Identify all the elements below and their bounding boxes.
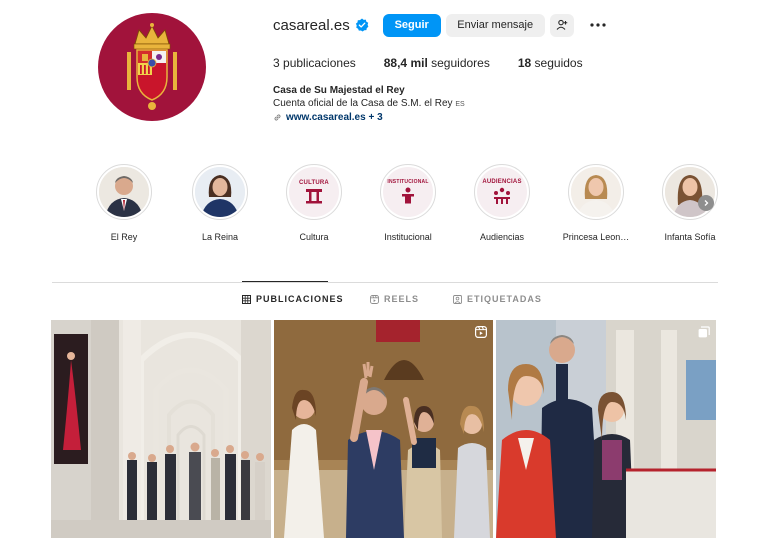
tab-publicaciones[interactable]: PUBLICACIONES	[242, 294, 344, 304]
followers-count[interactable]: 88,4 mil seguidores	[384, 56, 490, 70]
bio-link[interactable]: www.casareal.es + 3	[273, 111, 465, 124]
bio-name: Casa de Su Majestad el Rey	[273, 85, 405, 96]
bio-link-more[interactable]: + 3	[368, 111, 382, 124]
highlight-la-reina[interactable]: La Reina	[180, 164, 260, 242]
tabs-divider	[52, 282, 718, 283]
more-dots-icon	[590, 23, 606, 27]
highlight-label: El Rey	[110, 232, 138, 242]
chevron-right-icon	[704, 200, 709, 206]
group-icon	[494, 187, 510, 204]
add-person-icon	[556, 19, 567, 30]
tab-reels[interactable]: REELS	[370, 294, 419, 304]
tab-etiquetadas[interactable]: ETIQUETADAS	[453, 294, 542, 304]
following-count[interactable]: 18 seguidos	[518, 56, 583, 70]
king-portrait-icon	[99, 167, 149, 217]
royal-coat-of-arms-icon	[127, 23, 177, 110]
profile-stats: 3 publicaciones 88,4 mil seguidores 18 s…	[273, 56, 611, 70]
column-icon	[306, 189, 322, 204]
reel-icon	[475, 326, 487, 338]
grid-icon	[242, 294, 251, 304]
send-message-button[interactable]: Enviar mensaje	[445, 13, 545, 37]
post-thumbnail[interactable]	[51, 320, 271, 538]
post-thumbnail[interactable]	[274, 320, 493, 538]
tagged-icon	[453, 294, 462, 304]
link-icon	[274, 114, 281, 121]
profile-avatar[interactable]	[98, 13, 206, 121]
profile-username: casareal.es	[273, 16, 350, 34]
highlight-label: Institucional	[384, 232, 432, 242]
carousel-icon	[698, 326, 710, 338]
podium-icon	[402, 187, 414, 204]
follow-button[interactable]: Seguir	[382, 13, 441, 37]
highlight-infanta-sofia[interactable]: Infanta Sofía	[650, 164, 730, 242]
highlight-princesa-leonor[interactable]: Princesa Leon…	[556, 164, 636, 242]
post-image-gallery	[51, 320, 271, 538]
highlight-label: Infanta Sofía	[664, 232, 716, 242]
story-highlights: El Rey La Reina CULTURA Cultura INSTITUC…	[84, 164, 724, 244]
highlight-cultura[interactable]: CULTURA Cultura	[274, 164, 354, 242]
reels-icon	[370, 294, 379, 304]
princess-portrait-icon	[571, 167, 621, 217]
highlight-caption: AUDIENCIAS	[482, 179, 522, 185]
profile-tabs: PUBLICACIONES REELS ETIQUETADAS	[0, 294, 768, 308]
highlight-el-rey[interactable]: El Rey	[84, 164, 164, 242]
verified-badge-icon	[355, 18, 369, 32]
more-options-button[interactable]	[585, 14, 611, 37]
post-image-princesses	[496, 320, 716, 538]
highlight-caption: INSTITUCIONAL	[387, 179, 429, 185]
highlights-next-button[interactable]	[698, 195, 714, 211]
highlight-label: Princesa Leon…	[562, 232, 630, 242]
spain-flag: ES	[455, 101, 465, 108]
profile-header-row: casareal.es Seguir Enviar mensaje	[273, 13, 611, 37]
queen-portrait-icon	[195, 167, 245, 217]
highlight-audiencias[interactable]: AUDIENCIAS Audiencias	[462, 164, 542, 242]
highlight-label: La Reina	[201, 232, 239, 242]
active-tab-indicator	[242, 281, 328, 282]
posts-count: 3 publicaciones	[273, 56, 356, 70]
bio-description: Cuenta oficial de la Casa de S.M. el Rey…	[273, 98, 465, 109]
highlight-label: Audiencias	[479, 232, 525, 242]
post-image-royal-family	[274, 320, 493, 538]
highlight-institucional[interactable]: INSTITUCIONAL Institucional	[368, 164, 448, 242]
highlight-label: Cultura	[299, 232, 329, 242]
profile-bio: Casa de Su Majestad el Rey Cuenta oficia…	[273, 84, 465, 124]
suggested-accounts-button[interactable]	[549, 13, 574, 37]
highlight-caption: CULTURA	[299, 180, 329, 186]
post-thumbnail[interactable]	[496, 320, 716, 538]
